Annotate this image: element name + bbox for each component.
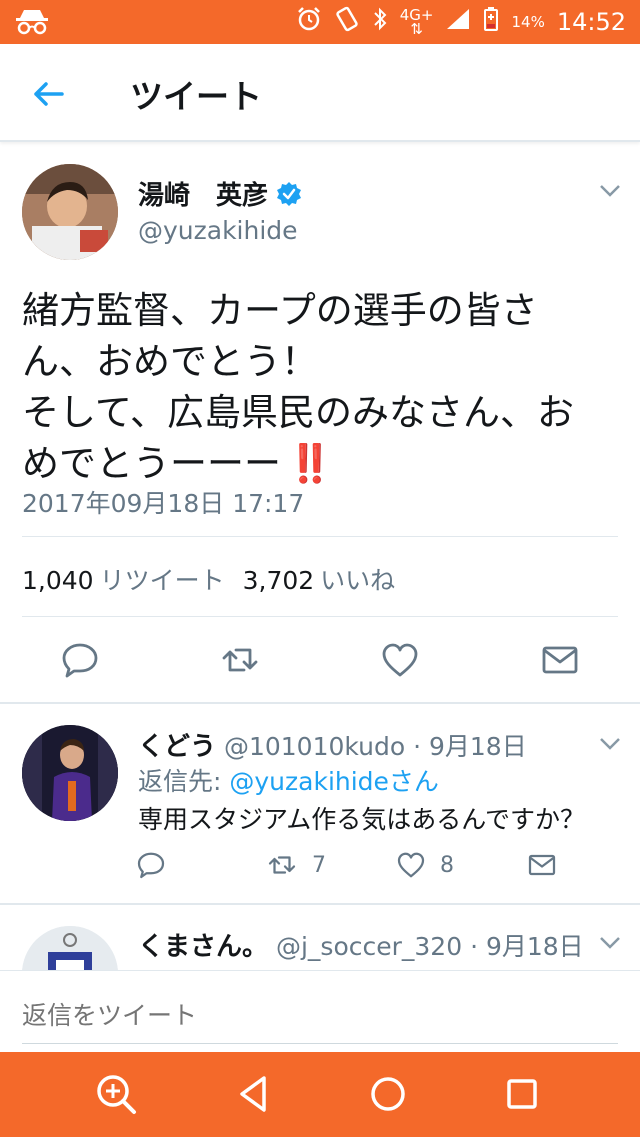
tweet-menu-chevron[interactable] (598, 182, 622, 200)
reply-menu-chevron[interactable] (598, 934, 622, 952)
page-title: ツイート (130, 77, 262, 116)
retweets-stat[interactable]: 1,040 リツイート (22, 561, 225, 597)
zoom-in-icon (97, 1075, 136, 1114)
heart-icon (382, 643, 418, 677)
retweet-icon (222, 648, 258, 672)
reply-date[interactable]: 9月18日 (429, 732, 527, 761)
reply-icon (137, 852, 165, 879)
reply-like-button[interactable]: 8 (396, 850, 454, 880)
bluetooth-icon (372, 6, 388, 38)
author-handle[interactable]: @yuzakihide (138, 216, 298, 245)
chevron-down-icon (600, 937, 620, 949)
reply-author-name[interactable]: くまさん。 (138, 932, 268, 962)
reply-author-handle[interactable]: @101010kudo (224, 732, 405, 761)
app-header: ツイート (0, 44, 640, 142)
reply-icon (62, 643, 98, 678)
back-button[interactable] (24, 74, 76, 114)
author-name-text: 湯崎 英彦 (138, 181, 269, 211)
reply-retweet-button[interactable]: 7 (266, 850, 326, 880)
tweet-text: 緒方監督、カープの選手の皆さ ん、おめでとう！ そして、広島県民のみなさん、お … (22, 285, 622, 489)
reply-to-label: 返信先: (138, 767, 222, 796)
home-nav-button[interactable] (366, 1072, 410, 1116)
recents-nav-button[interactable] (500, 1072, 544, 1116)
reply-button[interactable] (60, 640, 100, 680)
data-arrows-icon: ⇅ (410, 20, 423, 38)
separator (0, 903, 640, 905)
like-button[interactable] (380, 640, 420, 680)
tweet-line: そして、広島県民のみなさん、お (22, 391, 575, 434)
separator-dot: · (413, 732, 422, 761)
reply-compose-bar (0, 970, 640, 1052)
tweet-stats: 1,040 リツイート 3,702 いいね (22, 561, 395, 597)
circle-home-icon (371, 1077, 405, 1111)
status-bar: 4G+ ⇅ 14% 14:52 (0, 0, 640, 44)
rotate-icon (334, 6, 360, 38)
reply-avatar[interactable] (22, 725, 118, 821)
verified-badge-icon (277, 181, 302, 206)
retweet-icon (268, 856, 296, 874)
reply-date[interactable]: 9月18日 (486, 932, 584, 961)
double-exclamation-emoji: ‼️ (287, 442, 334, 485)
tweet-timestamp[interactable]: 2017年09月18日 17:17 (22, 484, 304, 520)
reply-author-handle[interactable]: @j_soccer_320 (276, 932, 462, 961)
reply-header: くまさん。 @j_soccer_320 · 9月18日 (138, 926, 584, 963)
square-recents-icon (507, 1079, 537, 1109)
retweets-label: リツイート (99, 566, 225, 595)
reply-author-name[interactable]: くどう (138, 732, 216, 762)
separator (0, 702, 640, 704)
author-name[interactable]: 湯崎 英彦 (138, 175, 302, 212)
likes-label: いいね (320, 566, 396, 595)
triangle-back-icon (240, 1076, 266, 1112)
chevron-down-icon (600, 738, 620, 750)
likes-count: 3,702 (242, 566, 315, 595)
divider (22, 536, 618, 537)
reply-header: くどう @101010kudo · 9月18日 (138, 726, 527, 763)
back-nav-button[interactable] (232, 1072, 276, 1116)
reply-share-button[interactable] (526, 850, 558, 880)
envelope-icon (528, 854, 556, 876)
reply-text: 専用スタジアム作る気はあるんですか？ (138, 805, 586, 834)
author-avatar[interactable] (22, 164, 118, 260)
system-nav-bar (0, 1052, 640, 1137)
alarm-icon (296, 6, 322, 38)
battery-icon (483, 6, 499, 38)
tweet-line: めでとうーーー (22, 442, 281, 485)
clock: 14:52 (556, 8, 626, 36)
share-button[interactable] (540, 640, 580, 680)
reply-input[interactable] (22, 995, 618, 1035)
reply-reply-button[interactable] (136, 850, 166, 880)
reply-menu-chevron[interactable] (598, 735, 622, 753)
reply-retweet-count: 7 (312, 852, 326, 878)
chevron-down-icon (600, 185, 620, 197)
signal-icon (445, 7, 471, 37)
input-underline (22, 1043, 618, 1044)
tweet-line: 緒方監督、カープの選手の皆さ (22, 289, 538, 332)
likes-stat[interactable]: 3,702 いいね (243, 561, 396, 597)
retweet-button[interactable] (220, 640, 260, 680)
retweets-count: 1,040 (22, 566, 94, 595)
battery-percent: 14% (511, 13, 545, 31)
separator-dot: · (470, 932, 479, 961)
incognito-icon (14, 8, 50, 40)
arrow-left-icon (34, 82, 64, 106)
tweet-line: ん、おめでとう！ (22, 340, 318, 383)
divider (22, 616, 618, 617)
reply-like-count: 8 (440, 852, 454, 878)
envelope-icon (542, 646, 578, 674)
magnifier-button[interactable] (94, 1072, 138, 1116)
heart-icon (397, 852, 425, 878)
reply-to-line: 返信先: @yuzakihideさん (138, 762, 439, 798)
reply-to-mention[interactable]: @yuzakihideさん (229, 767, 439, 796)
